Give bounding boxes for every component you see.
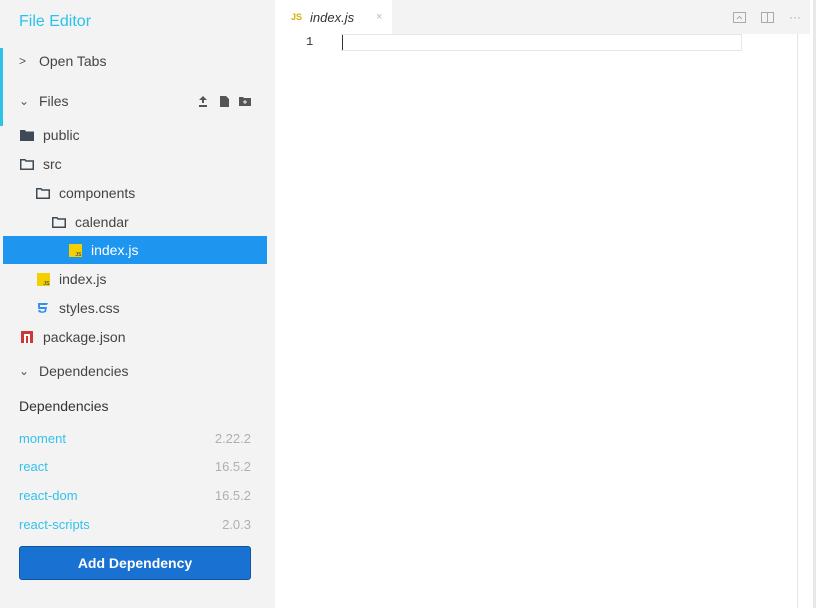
dependencies-section[interactable]: ⌄ Dependencies bbox=[19, 361, 259, 381]
tree-item-label: index.js bbox=[59, 271, 107, 287]
dependency-name[interactable]: moment bbox=[19, 431, 66, 446]
chevron-down-icon: ⌄ bbox=[19, 94, 30, 108]
tree-item-label: styles.css bbox=[59, 300, 120, 316]
dependencies-section-label: Dependencies bbox=[39, 363, 129, 379]
new-file-icon[interactable] bbox=[218, 95, 230, 107]
dependency-name[interactable]: react bbox=[19, 459, 48, 474]
editor-pane: JS index.js × ··· 1 bbox=[275, 0, 816, 608]
upload-icon[interactable] bbox=[197, 95, 209, 107]
tree-item-components-folder[interactable]: components bbox=[0, 179, 267, 207]
css-file-icon bbox=[35, 300, 51, 316]
tree-item-package-json[interactable]: package.json bbox=[0, 323, 267, 351]
tree-item-label: public bbox=[43, 127, 80, 143]
editor-tab-bar: JS index.js × ··· bbox=[275, 0, 810, 34]
tree-item-public-folder[interactable]: public bbox=[0, 121, 267, 149]
tree-item-styles-css[interactable]: styles.css bbox=[0, 294, 267, 322]
text-cursor bbox=[342, 35, 343, 50]
open-tabs-section[interactable]: > Open Tabs bbox=[19, 51, 259, 71]
tree-item-calendar-folder[interactable]: calendar bbox=[0, 208, 267, 236]
new-folder-icon[interactable] bbox=[239, 95, 251, 107]
dependency-row: react-scripts 2.0.3 bbox=[19, 514, 251, 534]
chevron-right-icon: > bbox=[19, 54, 27, 68]
js-badge-icon: JS bbox=[291, 12, 303, 22]
files-label: Files bbox=[39, 93, 69, 109]
add-dependency-button[interactable]: Add Dependency bbox=[19, 546, 251, 580]
editor-actions: ··· bbox=[732, 0, 802, 34]
chevron-down-icon: ⌄ bbox=[19, 364, 30, 378]
close-icon[interactable]: × bbox=[376, 11, 382, 23]
dependency-name[interactable]: react-dom bbox=[19, 488, 78, 503]
tree-item-src-index-js[interactable]: index.js bbox=[0, 265, 267, 293]
dependency-row: react-dom 16.5.2 bbox=[19, 485, 251, 505]
dependencies-heading: Dependencies bbox=[19, 398, 109, 414]
dependency-version[interactable]: 16.5.2 bbox=[215, 488, 251, 503]
tree-item-label: index.js bbox=[91, 242, 139, 258]
js-file-icon bbox=[35, 271, 51, 287]
files-actions bbox=[197, 91, 251, 111]
dependency-version[interactable]: 16.5.2 bbox=[215, 459, 251, 474]
tree-item-calendar-index-js[interactable]: index.js bbox=[3, 236, 267, 264]
tree-item-label: src bbox=[43, 156, 62, 172]
app-title: File Editor bbox=[19, 13, 92, 30]
tab-index-js[interactable]: JS index.js × bbox=[275, 0, 392, 34]
folder-open-icon bbox=[19, 156, 35, 172]
folder-filled-icon bbox=[19, 127, 35, 143]
folder-open-icon bbox=[51, 214, 67, 230]
js-file-icon bbox=[67, 242, 83, 258]
current-line-highlight bbox=[341, 34, 742, 51]
more-options-icon[interactable]: ··· bbox=[788, 10, 802, 24]
line-number: 1 bbox=[306, 35, 314, 49]
dependency-version[interactable]: 2.0.3 bbox=[222, 517, 251, 532]
sidebar: File Editor > Open Tabs ⌄ Files public s… bbox=[0, 0, 275, 608]
sidebar-accent-bar bbox=[0, 48, 3, 126]
files-section[interactable]: ⌄ Files bbox=[19, 91, 259, 111]
tree-item-label: components bbox=[59, 185, 136, 201]
tree-item-src-folder[interactable]: src bbox=[0, 150, 267, 178]
tree-item-label: package.json bbox=[43, 329, 126, 345]
dependency-row: react 16.5.2 bbox=[19, 456, 251, 476]
dependency-name[interactable]: react-scripts bbox=[19, 517, 90, 532]
tree-item-label: calendar bbox=[75, 214, 129, 230]
tab-label: index.js bbox=[310, 9, 355, 25]
folder-open-icon bbox=[35, 185, 51, 201]
npm-icon bbox=[19, 329, 35, 345]
split-editor-icon[interactable] bbox=[760, 11, 774, 23]
dependency-row: moment 2.22.2 bbox=[19, 428, 251, 448]
open-preview-icon[interactable] bbox=[732, 11, 746, 23]
dependency-version[interactable]: 2.22.2 bbox=[215, 431, 251, 446]
open-tabs-label: Open Tabs bbox=[39, 53, 107, 69]
